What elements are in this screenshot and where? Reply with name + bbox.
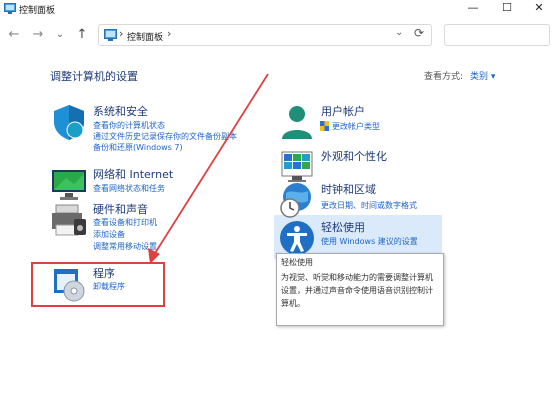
view-by-dropdown[interactable]: 类别 ▾ xyxy=(470,69,495,82)
back-button[interactable]: ← xyxy=(6,27,22,43)
link-file-history[interactable]: 通过文件历史记录保存你的文件备份副本 xyxy=(93,131,237,142)
control-panel-icon xyxy=(104,29,117,41)
search-input[interactable] xyxy=(444,24,550,46)
tooltip: 轻松使用 为视觉、听觉和移动能力的需要调整计算机设置，并通过声音命令使用语音识别… xyxy=(276,253,444,326)
category-title[interactable]: 外观和个性化 xyxy=(321,148,387,164)
recent-locations-button[interactable]: ⌄ xyxy=(52,27,68,43)
user-icon xyxy=(282,106,312,139)
network-icon xyxy=(52,170,86,200)
link-change-account-type[interactable]: 更改帐户类型 xyxy=(332,121,380,132)
minimize-button[interactable]: — xyxy=(456,0,490,18)
clock-globe-icon xyxy=(280,183,311,218)
link-mobility-settings[interactable]: 调整常用移动设置 xyxy=(93,241,157,252)
breadcrumb-separator[interactable]: › xyxy=(119,27,123,40)
breadcrumb-control-panel[interactable]: 控制面板 xyxy=(127,30,163,43)
refresh-button[interactable]: ⟳ xyxy=(414,26,424,40)
address-bar[interactable]: › 控制面板 › ⌄ ⟳ xyxy=(98,24,432,46)
maximize-button[interactable]: ☐ xyxy=(490,0,524,18)
title-bar: 控制面板 — ☐ ✕ xyxy=(0,0,554,18)
tooltip-title: 轻松使用 xyxy=(281,258,313,267)
link-view-status[interactable]: 查看你的计算机状态 xyxy=(93,120,165,131)
accessibility-icon xyxy=(280,221,314,255)
category-title[interactable]: 硬件和声音 xyxy=(93,201,148,217)
page-title: 调整计算机的设置 xyxy=(50,70,138,83)
annotation-box xyxy=(31,262,165,307)
up-button[interactable]: ↑ xyxy=(74,27,90,43)
tooltip-body: 为视觉、听觉和移动能力的需要调整计算机设置，并通过声音命令使用语音识别控制计算机… xyxy=(281,273,433,308)
category-title[interactable]: 时钟和区域 xyxy=(321,181,376,197)
control-panel-icon xyxy=(4,3,16,14)
link-add-device[interactable]: 添加设备 xyxy=(93,229,125,240)
uac-shield-icon xyxy=(320,121,329,131)
address-dropdown-button[interactable]: ⌄ xyxy=(395,27,403,38)
breadcrumb-separator[interactable]: › xyxy=(167,27,171,40)
printer-icon xyxy=(52,204,86,236)
category-title[interactable]: 系统和安全 xyxy=(93,103,148,119)
link-recommended-settings[interactable]: 使用 Windows 建议的设置 xyxy=(321,236,418,247)
forward-button[interactable]: → xyxy=(30,27,46,43)
category-title[interactable]: 用户帐户 xyxy=(321,103,365,119)
close-button[interactable]: ✕ xyxy=(522,0,554,18)
category-title[interactable]: 网络和 Internet xyxy=(93,166,173,182)
link-date-time-format[interactable]: 更改日期、时间或数字格式 xyxy=(321,200,417,211)
address-row: ← → ⌄ ↑ › 控制面板 › ⌄ ⟳ xyxy=(0,18,554,52)
link-network-status[interactable]: 查看网络状态和任务 xyxy=(93,183,165,194)
category-title[interactable]: 轻松使用 xyxy=(321,219,365,235)
link-backup-restore[interactable]: 备份和还原(Windows 7) xyxy=(93,142,183,153)
window-title: 控制面板 xyxy=(19,6,56,16)
shield-icon xyxy=(54,105,84,140)
view-by-label: 查看方式: xyxy=(424,72,464,82)
link-devices-printers[interactable]: 查看设备和打印机 xyxy=(93,217,157,228)
